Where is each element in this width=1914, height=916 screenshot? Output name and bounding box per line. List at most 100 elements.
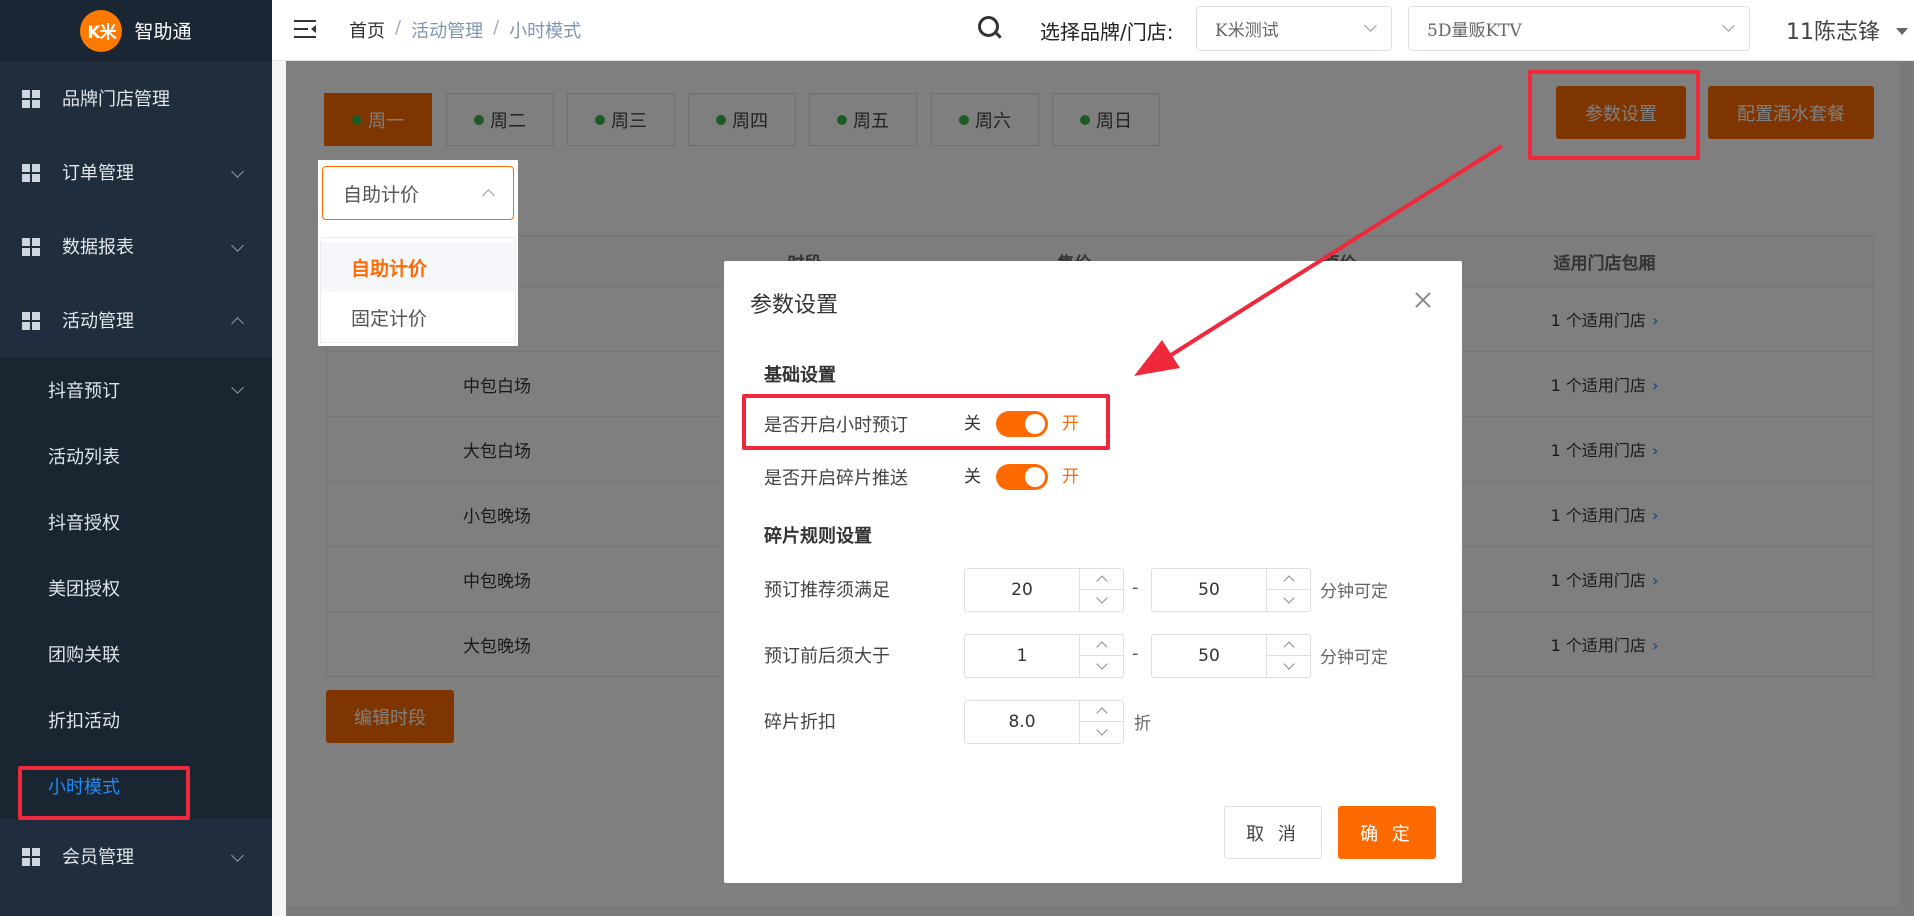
sidebar-item-label: 团购关联 — [48, 645, 120, 666]
chevron-up-icon — [482, 189, 495, 202]
decrement-icon[interactable] — [1080, 590, 1123, 611]
booking-gap-min-stepper[interactable]: 1 — [964, 634, 1124, 678]
caret-down-icon[interactable] — [1896, 28, 1908, 35]
booking-recommend-min-stepper[interactable]: 20 — [964, 568, 1124, 612]
breadcrumb: 首页 / 活动管理 / 小时模式 — [349, 17, 581, 43]
annotation-box-hour-booking — [742, 394, 1110, 450]
cancel-button[interactable]: 取 消 — [1224, 806, 1322, 859]
sidebar-item-label: 会员管理 — [62, 847, 134, 868]
switch-off-label: 关 — [964, 467, 981, 487]
sidebar-item-douyin-auth[interactable]: 抖音授权 — [0, 489, 272, 555]
confirm-button[interactable]: 确 定 — [1338, 806, 1436, 859]
sidebar-item-activity-list[interactable]: 活动列表 — [0, 423, 272, 489]
brand-select-value: K米测试 — [1215, 21, 1279, 41]
sidebar-item-discount[interactable]: 折扣活动 — [0, 687, 272, 753]
search-icon[interactable] — [978, 16, 1002, 40]
grid-icon — [22, 848, 40, 866]
decrement-icon[interactable] — [1080, 656, 1123, 677]
dialog-title: 参数设置 — [750, 293, 839, 318]
booking-recommend-label: 预订推荐须满足 — [764, 580, 890, 601]
chevron-down-icon — [231, 381, 244, 394]
minutes-unit: 分钟可定 — [1320, 582, 1388, 602]
sidebar-item-label: 数据报表 — [62, 237, 134, 258]
fragment-rules-title: 碎片规则设置 — [764, 526, 872, 547]
range-dash: - — [1132, 577, 1139, 598]
stepper-value[interactable]: 50 — [1152, 569, 1266, 611]
minutes-unit: 分钟可定 — [1320, 648, 1388, 668]
grid-icon — [22, 164, 40, 182]
breadcrumb-activity[interactable]: 活动管理 — [411, 17, 483, 43]
chevron-down-icon — [231, 849, 244, 862]
discount-stepper[interactable]: 8.0 — [964, 700, 1124, 744]
pricing-option-fixed[interactable]: 固定计价 — [321, 292, 515, 342]
top-header: 首页 / 活动管理 / 小时模式 选择品牌/门店: K米测试 5D量贩KTV 1… — [272, 0, 1914, 61]
pricing-mode-menu: 自助计价 固定计价 — [320, 237, 516, 343]
logo-badge: K米 — [80, 9, 123, 52]
sidebar-item-label: 折扣活动 — [48, 711, 120, 732]
increment-icon[interactable] — [1080, 635, 1123, 656]
decrement-icon[interactable] — [1080, 722, 1123, 743]
logo: K米 智助通 — [0, 0, 272, 61]
grid-icon — [22, 312, 40, 330]
decrement-icon[interactable] — [1267, 656, 1310, 677]
pricing-mode-select[interactable]: 自助计价 — [322, 166, 514, 220]
increment-icon[interactable] — [1080, 701, 1123, 722]
stepper-value[interactable]: 50 — [1152, 635, 1266, 677]
increment-icon[interactable] — [1267, 569, 1310, 590]
grid-icon — [22, 238, 40, 256]
store-select-label: 选择品牌/门店: — [1040, 20, 1174, 44]
breadcrumb-separator: / — [395, 17, 402, 38]
booking-gap-label: 预订前后须大于 — [764, 646, 890, 667]
sidebar-item-label: 美团授权 — [48, 579, 120, 600]
chevron-down-icon — [231, 165, 244, 178]
pricing-mode-value: 自助计价 — [343, 183, 420, 206]
sidebar-item-douyin-booking[interactable]: 抖音预订 — [0, 357, 272, 423]
chevron-down-icon — [231, 239, 244, 252]
fragment-push-label: 是否开启碎片推送 — [764, 468, 908, 489]
discount-label: 碎片折扣 — [764, 712, 836, 733]
sidebar-item-label: 品牌门店管理 — [62, 89, 170, 110]
basic-settings-title: 基础设置 — [764, 365, 836, 386]
app-name: 智助通 — [134, 21, 192, 43]
sidebar-item-activity[interactable]: 活动管理 — [0, 283, 272, 357]
range-dash: - — [1132, 643, 1139, 664]
annotation-box-param-button — [1528, 70, 1700, 160]
user-name[interactable]: 11陈志锋 — [1786, 14, 1880, 46]
booking-gap-max-stepper[interactable]: 50 — [1151, 634, 1311, 678]
increment-icon[interactable] — [1080, 569, 1123, 590]
chevron-down-icon — [1722, 19, 1735, 32]
switch-on-label: 开 — [1062, 467, 1079, 487]
decrement-icon[interactable] — [1267, 590, 1310, 611]
stepper-value[interactable]: 8.0 — [965, 701, 1079, 743]
breadcrumb-current: 小时模式 — [509, 21, 582, 42]
sidebar-item-label: 活动列表 — [48, 447, 120, 468]
breadcrumb-home[interactable]: 首页 — [349, 17, 385, 43]
grid-icon — [22, 90, 40, 108]
sidebar-item-meituan-auth[interactable]: 美团授权 — [0, 555, 272, 621]
sidebar-item-label: 抖音预订 — [48, 381, 120, 402]
pricing-option-self[interactable]: 自助计价 — [321, 242, 515, 292]
chevron-up-icon — [231, 317, 244, 330]
booking-recommend-max-stepper[interactable]: 50 — [1151, 568, 1311, 612]
discount-unit: 折 — [1134, 714, 1151, 734]
annotation-box-hour-mode — [18, 766, 190, 820]
chevron-down-icon — [1364, 19, 1377, 32]
activity-submenu: 抖音预订 活动列表 抖音授权 美团授权 团购关联 折扣活动 小时模式 — [0, 357, 272, 819]
fragment-push-switch[interactable] — [996, 464, 1048, 490]
sidebar-item-label: 订单管理 — [62, 163, 134, 184]
stepper-value[interactable]: 1 — [965, 635, 1079, 677]
sidebar-item-members[interactable]: 会员管理 — [0, 819, 272, 893]
sidebar-item-orders[interactable]: 订单管理 — [0, 135, 272, 209]
menu-fold-icon[interactable] — [294, 20, 316, 38]
store-select-value: 5D量贩KTV — [1427, 21, 1522, 41]
annotation-arrow — [1134, 144, 1504, 376]
sidebar-item-label: 抖音授权 — [48, 513, 120, 534]
sidebar-item-group-link[interactable]: 团购关联 — [0, 621, 272, 687]
store-select[interactable]: 5D量贩KTV — [1408, 6, 1750, 51]
sidebar-item-brand-store[interactable]: 品牌门店管理 — [0, 61, 272, 135]
stepper-value[interactable]: 20 — [965, 569, 1079, 611]
brand-select[interactable]: K米测试 — [1196, 6, 1392, 51]
sidebar-item-label: 活动管理 — [62, 311, 134, 332]
sidebar-item-reports[interactable]: 数据报表 — [0, 209, 272, 283]
increment-icon[interactable] — [1267, 635, 1310, 656]
